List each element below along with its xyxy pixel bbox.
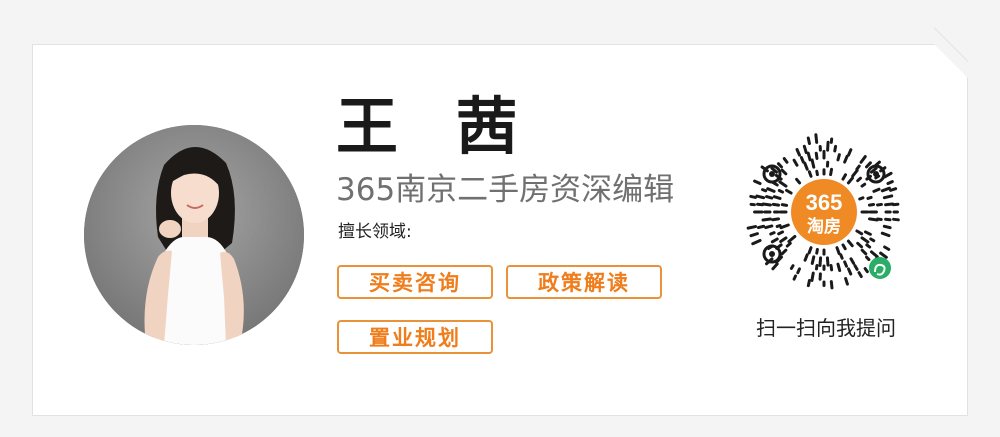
tag-property-planning[interactable]: 置业规划 — [337, 320, 493, 354]
editor-role: 365南京二手房资深编辑 — [336, 172, 675, 208]
folded-corner — [934, 44, 968, 78]
mini-program-code[interactable]: 365 淘房 — [744, 132, 904, 292]
expertise-label: 擅长领域: — [338, 222, 412, 242]
mini-program-badge-icon — [869, 257, 891, 279]
tag-policy-interpretation[interactable]: 政策解读 — [506, 265, 662, 299]
qr-logo-number: 365 — [806, 190, 843, 215]
editor-name: 王 茜 — [336, 90, 536, 163]
qr-logo-text: 淘房 — [807, 216, 841, 237]
tag-trade-consulting[interactable]: 买卖咨询 — [337, 265, 493, 299]
avatar — [84, 125, 304, 345]
qr-caption: 扫一扫向我提问 — [756, 316, 896, 340]
avatar-portrait — [84, 125, 304, 345]
qr-code-icon: 365 淘房 — [746, 133, 900, 290]
